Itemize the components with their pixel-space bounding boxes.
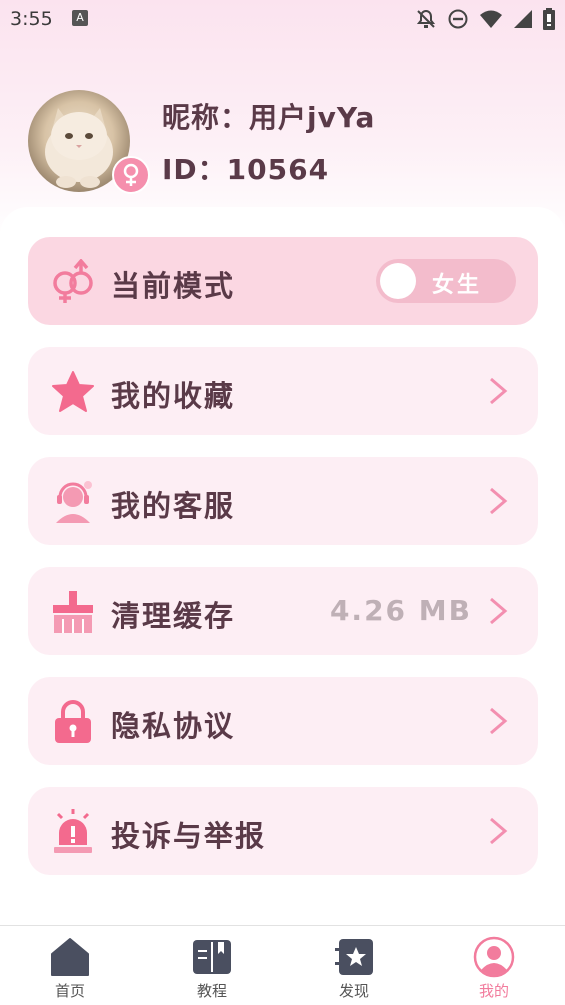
tab-tutorial-label: 教程: [196, 982, 227, 1000]
broom-icon: [50, 589, 96, 635]
book-icon: [193, 940, 231, 974]
profile-icon: [473, 936, 515, 978]
chevron-right-icon: [490, 377, 508, 405]
service-row[interactable]: 我的客服: [28, 457, 538, 545]
status-bar: 3:55 A: [0, 0, 565, 38]
cache-label: 清理缓存: [111, 599, 236, 633]
gender-mode-toggle[interactable]: 女生: [376, 259, 516, 303]
service-label: 我的客服: [111, 489, 236, 523]
bell-off-icon: [416, 9, 436, 28]
privacy-row[interactable]: 隐私协议: [28, 677, 538, 765]
battery-icon: [543, 8, 555, 30]
user-id-text: ID：10564: [162, 153, 330, 186]
report-label: 投诉与举报: [111, 819, 267, 853]
discover-icon: [335, 939, 373, 975]
gender-switch-icon: [50, 259, 96, 305]
tab-discover-label: 发现: [338, 982, 369, 1000]
tab-home[interactable]: 首页: [20, 932, 120, 1002]
tab-discover[interactable]: 发现: [304, 932, 404, 1002]
status-time: 3:55: [10, 8, 53, 30]
chevron-right-icon: [490, 817, 508, 845]
menu-panel: 当前模式 女生 我的收藏 我的客服 清理缓存 4.26 MB 隐私协议 投诉与举…: [0, 207, 565, 927]
signal-icon: [514, 10, 532, 28]
cache-row[interactable]: 清理缓存 4.26 MB: [28, 567, 538, 655]
star-icon: [50, 369, 96, 415]
tab-tutorial[interactable]: 教程: [162, 932, 262, 1002]
lock-icon: [50, 699, 96, 745]
tab-profile[interactable]: 我的: [444, 932, 544, 1002]
customer-service-icon: [50, 479, 96, 525]
cache-size-text: 4.26 MB: [329, 594, 472, 627]
alarm-icon: [50, 809, 96, 855]
wifi-icon: [480, 10, 502, 28]
profile-header: 昵称：用户jvYa ID：10564: [28, 90, 548, 200]
toggle-label: 女生: [432, 273, 483, 298]
report-row[interactable]: 投诉与举报: [28, 787, 538, 875]
toggle-knob: [380, 263, 416, 299]
female-icon: [112, 156, 150, 194]
notification-icon: A: [72, 10, 88, 26]
tab-profile-label: 我的: [478, 982, 509, 1000]
tab-home-label: 首页: [54, 982, 85, 1000]
home-icon: [51, 938, 89, 976]
bottom-tab-bar: 首页 教程 发现 我的: [0, 925, 565, 1005]
mode-label: 当前模式: [111, 269, 236, 303]
mode-row: 当前模式 女生: [28, 237, 538, 325]
chevron-right-icon: [490, 487, 508, 515]
chevron-right-icon: [490, 707, 508, 735]
chevron-right-icon: [490, 597, 508, 625]
dnd-icon: [448, 9, 468, 29]
favorites-label: 我的收藏: [111, 379, 236, 413]
privacy-label: 隐私协议: [111, 709, 236, 743]
nickname-text: 昵称：用户jvYa: [162, 101, 376, 134]
favorites-row[interactable]: 我的收藏: [28, 347, 538, 435]
status-icons: [415, 8, 555, 30]
